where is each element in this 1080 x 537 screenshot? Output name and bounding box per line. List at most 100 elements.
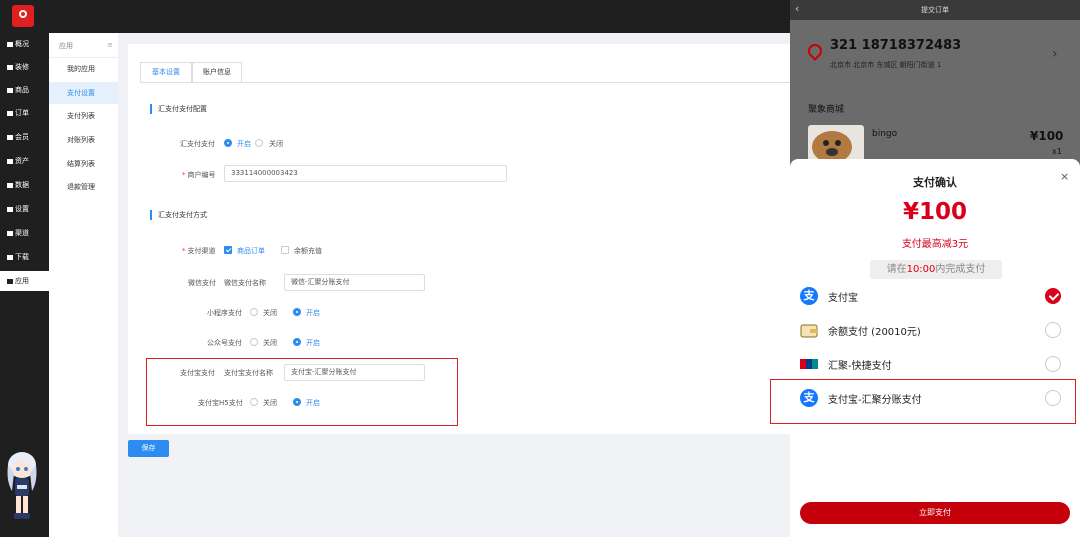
pay-method-radio[interactable] — [1045, 288, 1061, 304]
alipay-h5-off-radio[interactable] — [250, 398, 258, 406]
alipay-h5-on-label[interactable]: 开启 — [306, 398, 320, 408]
enable-on-radio[interactable] — [224, 139, 232, 147]
sub-nav-item-refunds[interactable]: 退款管理 — [49, 176, 118, 198]
tab-basic-settings[interactable]: 基本设置 — [140, 62, 192, 83]
pay-amount: ¥100 — [902, 199, 967, 225]
nav-item-channels[interactable]: 渠道 — [0, 223, 49, 243]
share-icon — [7, 230, 13, 236]
tab-account-info[interactable]: 账户信息 — [192, 62, 242, 83]
nav-item-data[interactable]: 数据 — [0, 175, 49, 195]
decorate-icon — [7, 64, 13, 70]
app-logo[interactable] — [12, 5, 34, 27]
miniapp-label: 小程序支付 — [207, 309, 242, 317]
mp-label: 公众号支付 — [207, 339, 242, 347]
pay-method-radio[interactable] — [1045, 322, 1061, 338]
sub-nav: 应用 ≡ 我的应用 支付设置 支付列表 对账列表 结算列表 退款管理 — [49, 33, 118, 537]
nav-item-members[interactable]: 会员 — [0, 127, 49, 147]
mp-off-radio[interactable] — [250, 338, 258, 346]
nav-label: 订单 — [15, 109, 29, 117]
nav-label: 渠道 — [15, 229, 29, 237]
miniapp-on-radio[interactable] — [293, 308, 301, 316]
enable-off-radio[interactable] — [255, 139, 263, 147]
back-icon[interactable]: ‹ — [795, 2, 799, 16]
merchant-label-text: 商户编号 — [187, 171, 216, 179]
merchant-id-input[interactable]: 333114000003423 — [224, 165, 507, 182]
alipay-h5-label: 支付宝H5支付 — [198, 399, 243, 407]
save-button[interactable]: 保存 — [128, 440, 169, 457]
timer-suffix: 内完成支付 — [935, 264, 986, 275]
nav-item-orders[interactable]: 订单 — [0, 103, 49, 123]
alipay-h5-on-radio[interactable] — [293, 398, 301, 406]
address-name[interactable]: 321 18718372483 — [830, 38, 961, 53]
channel-label-text: 支付渠道 — [187, 247, 216, 255]
miniapp-off-radio[interactable] — [250, 308, 258, 316]
pay-method-balance[interactable]: 余额支付 (20010元) — [800, 319, 1070, 343]
miniapp-on-label[interactable]: 开启 — [306, 308, 320, 318]
nav-label: 应用 — [15, 277, 29, 285]
nav-item-decorate[interactable]: 装修 — [0, 57, 49, 77]
sub-nav-item-settle-list[interactable]: 结算列表 — [49, 153, 118, 175]
goods-order-label[interactable]: 商品订单 — [237, 246, 265, 256]
wechat-name-label: 微信支付名称 — [224, 279, 266, 287]
overview-icon — [7, 41, 13, 47]
collapse-icon[interactable]: ≡ — [107, 41, 113, 49]
merchant-label: * 商户编号 — [182, 171, 216, 179]
pay-method-radio[interactable] — [1045, 356, 1061, 372]
wechat-name-input[interactable]: 微信-汇聚分账支付 — [284, 274, 425, 291]
enable-off-label[interactable]: 关闭 — [269, 139, 283, 149]
enable-on-label[interactable]: 开启 — [237, 139, 251, 149]
nav-label: 数据 — [15, 181, 29, 189]
product-qty: x1 — [1052, 147, 1062, 156]
alipay-name-input[interactable]: 支付宝-汇聚分账支付 — [284, 364, 425, 381]
address-detail[interactable]: 北京市 北京市 东城区 朝阳门街道 1 — [830, 60, 941, 70]
mp-off-label[interactable]: 关闭 — [263, 338, 277, 348]
discount-text: 支付最高减3元 — [901, 239, 969, 250]
nav-item-settings[interactable]: 设置 — [0, 199, 49, 219]
wallet-icon — [800, 321, 818, 339]
unionpay-icon — [800, 355, 818, 373]
product-price: ¥100 — [1030, 129, 1064, 143]
miniapp-off-label[interactable]: 关闭 — [263, 308, 277, 318]
highlight-box-phone — [770, 379, 1076, 424]
logo-mark — [19, 10, 27, 18]
download-icon — [7, 254, 13, 260]
sub-nav-item-payment-settings[interactable]: 支付设置 — [49, 82, 118, 104]
wechat-label: 微信支付 — [188, 279, 216, 287]
nav-item-goods[interactable]: 商品 — [0, 80, 49, 100]
members-icon — [7, 134, 13, 140]
mascot-illustration — [7, 452, 37, 519]
settings-card: 基本设置 账户信息 汇支付支付配置 汇支付支付 开启 关闭 * 商户编号 3331… — [128, 44, 810, 434]
mp-on-radio[interactable] — [293, 338, 301, 346]
pay-method-label: 汇聚-快捷支付 — [828, 361, 892, 372]
close-icon[interactable]: × — [1060, 170, 1069, 183]
sub-nav-item-payment-list[interactable]: 支付列表 — [49, 105, 118, 127]
tab-divider — [140, 82, 810, 83]
pay-method-label: 支付宝 — [828, 293, 858, 304]
pay-method-quickpay[interactable]: 汇聚-快捷支付 — [800, 353, 1070, 377]
sub-nav-item-reconcile-list[interactable]: 对账列表 — [49, 129, 118, 151]
channel-label: * 支付渠道 — [182, 247, 216, 255]
pay-method-label: 余额支付 (20010元) — [828, 327, 921, 338]
nav-item-download[interactable]: 下载 — [0, 247, 49, 267]
sub-nav-item-my-apps[interactable]: 我的应用 — [49, 58, 118, 80]
gear-icon — [7, 206, 13, 212]
shop-name: 聚象商城 — [808, 105, 845, 115]
pay-now-button[interactable]: 立即支付 — [800, 502, 1070, 524]
orders-icon — [7, 110, 13, 116]
pay-method-alipay[interactable]: 支 支付宝 — [800, 285, 1070, 309]
phone-preview: 提交订单 ‹ 321 18718372483 北京市 北京市 东城区 朝阳门街道… — [770, 0, 1080, 537]
nav-item-overview[interactable]: 概况 — [0, 34, 49, 54]
nav-label: 下载 — [15, 253, 29, 261]
phone-header-title: 提交订单 — [921, 6, 949, 14]
nav-item-assets[interactable]: 资产 — [0, 151, 49, 171]
mp-on-label[interactable]: 开启 — [306, 338, 320, 348]
chevron-right-icon[interactable]: › — [1052, 46, 1058, 62]
recharge-label[interactable]: 余额充值 — [294, 246, 322, 256]
countdown: 请在10:00内完成支付 — [870, 260, 1002, 279]
alipay-label: 支付宝支付 — [180, 369, 215, 377]
goods-order-checkbox[interactable] — [224, 246, 232, 254]
product-image — [808, 125, 864, 161]
alipay-h5-off-label[interactable]: 关闭 — [263, 398, 277, 408]
nav-item-apps[interactable]: 应用 — [0, 271, 49, 291]
recharge-checkbox[interactable] — [281, 246, 289, 254]
